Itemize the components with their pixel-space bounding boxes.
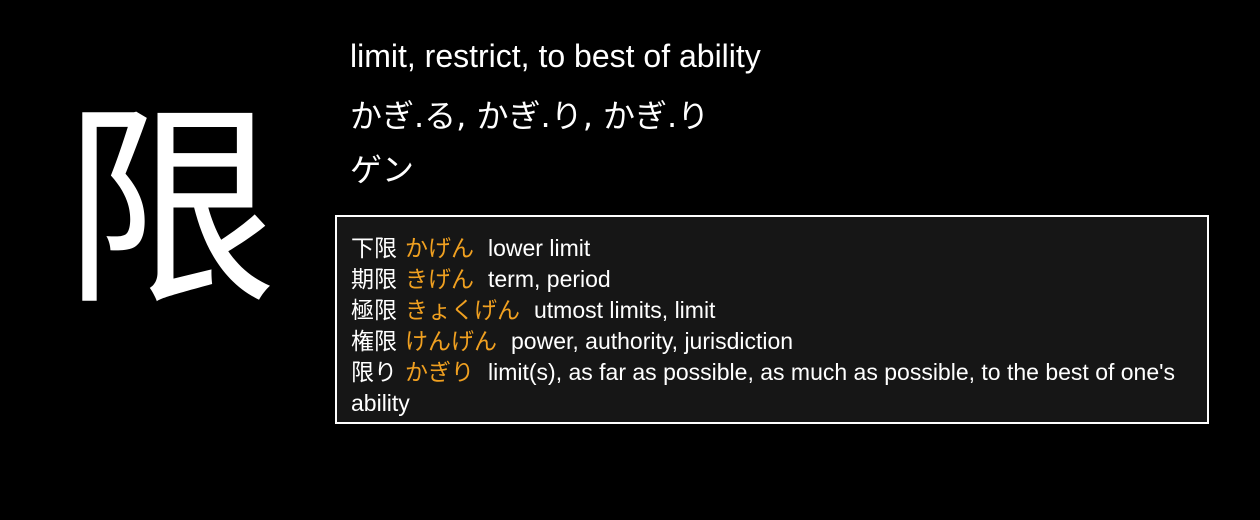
example-entry: 下限 かげん lower limit — [351, 233, 1193, 264]
example-word: 限り — [351, 360, 397, 386]
examples-panel: 下限 かげん lower limit 期限 きげん term, period 極限 きょく… — [335, 215, 1209, 424]
example-entry: 限り かぎり limit(s), as far as possible, as mu… — [351, 357, 1193, 419]
example-word: 極限 — [351, 298, 397, 324]
example-gloss: power, authority, jurisdiction — [511, 328, 794, 354]
example-word: 権限 — [351, 329, 397, 355]
example-gloss: limit(s), as far as possible, as much as… — [351, 359, 1176, 416]
example-reading: きげん — [405, 267, 474, 293]
example-gloss: term, period — [488, 266, 611, 292]
example-entry: 極限 きょくげん utmost limits, limit — [351, 295, 1193, 326]
example-word: 下限 — [351, 236, 397, 262]
example-reading: けんげん — [405, 329, 497, 355]
example-reading: かげん — [405, 236, 474, 262]
example-gloss: utmost limits, limit — [534, 297, 716, 323]
example-reading: かぎり — [405, 360, 474, 386]
kun-readings: かぎ.る, かぎ.り, かぎ.り — [350, 97, 710, 135]
kanji-character: 限 — [62, 84, 278, 335]
example-gloss: lower limit — [488, 235, 591, 261]
on-readings: ゲン — [350, 151, 415, 189]
example-reading: きょくげん — [405, 298, 520, 324]
kanji-meaning: limit, restrict, to best of ability — [350, 38, 761, 74]
example-entry: 期限 きげん term, period — [351, 264, 1193, 295]
example-word: 期限 — [351, 267, 397, 293]
example-entry: 権限 けんげん power, authority, jurisdiction — [351, 326, 1193, 357]
